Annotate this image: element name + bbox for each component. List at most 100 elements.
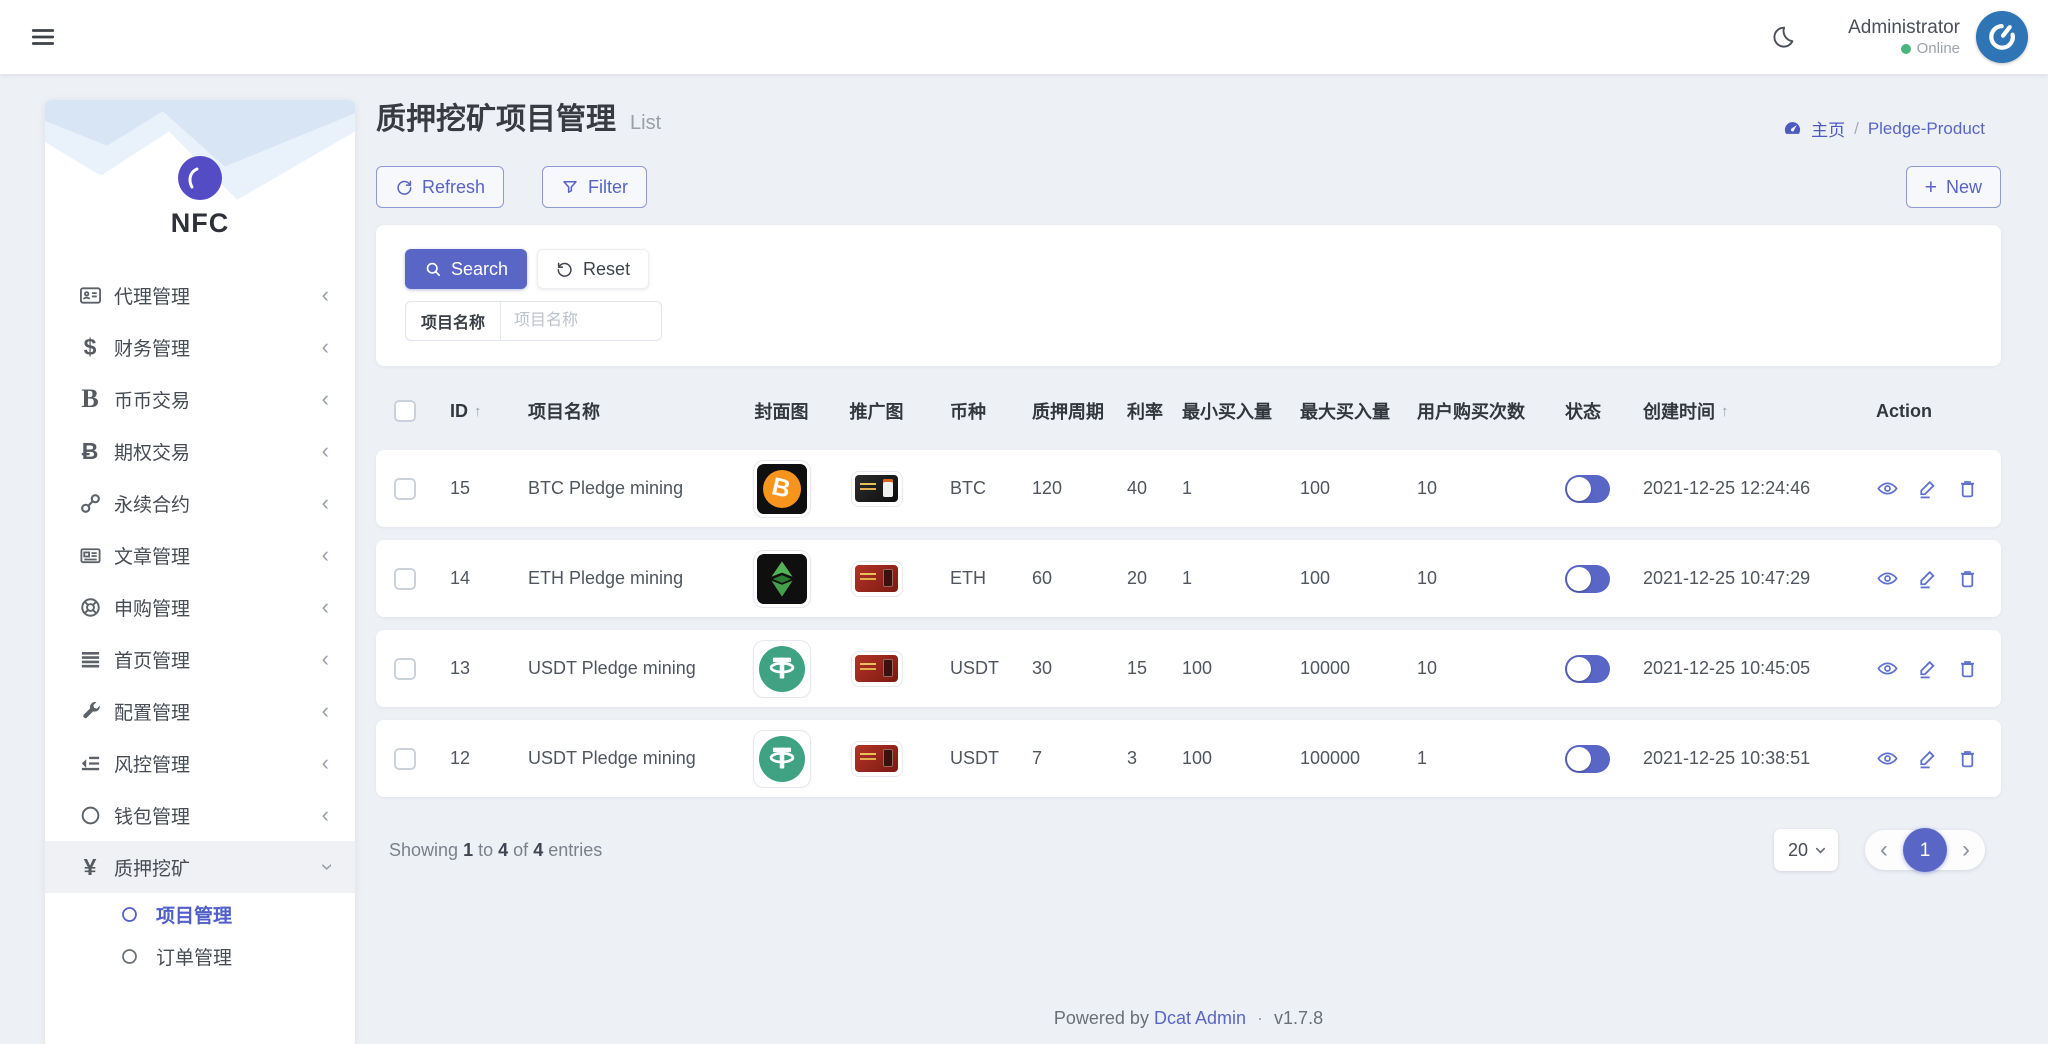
cell-coin: ETH	[950, 568, 986, 588]
cell-min: 1	[1182, 568, 1193, 588]
breadcrumb: 主页 / Pledge-Product	[1783, 116, 1985, 141]
status-toggle[interactable]	[1565, 474, 1610, 503]
breadcrumb-home[interactable]: 主页	[1811, 116, 1845, 141]
promo-image-red[interactable]	[850, 560, 903, 597]
cell-min: 100	[1182, 748, 1213, 768]
delete-button[interactable]	[1956, 477, 1979, 500]
cell-name: BTC Pledge mining	[528, 478, 684, 498]
row-checkbox[interactable]	[394, 567, 416, 590]
next-page-button[interactable]: ›	[1962, 838, 1970, 862]
cell-name: ETH Pledge mining	[528, 568, 684, 588]
cover-image-btc[interactable]: B	[752, 459, 811, 518]
edit-button[interactable]	[1916, 477, 1939, 500]
column-header-coin: 币种	[935, 398, 1025, 424]
indent-list-icon	[74, 750, 106, 776]
row-checkbox[interactable]	[394, 477, 416, 500]
cover-image-usdt[interactable]	[752, 729, 811, 788]
current-page[interactable]: 1	[1903, 828, 1947, 872]
sidebar-item-3[interactable]: Ƀ 期权交易 ‹	[45, 425, 355, 477]
edit-button[interactable]	[1916, 657, 1939, 680]
sidebar-item-9[interactable]: 风控管理 ‹	[45, 737, 355, 789]
menu-toggle-button[interactable]	[26, 20, 60, 54]
brand-name: NFC	[170, 208, 230, 238]
reset-button[interactable]: Reset	[537, 249, 650, 289]
column-header-id[interactable]: ID ↑	[434, 401, 520, 422]
delete-button[interactable]	[1956, 747, 1979, 770]
view-button[interactable]	[1876, 747, 1899, 770]
breadcrumb-current: Pledge-Product	[1867, 118, 1985, 138]
project-name-input[interactable]	[501, 302, 662, 340]
life-ring-icon	[74, 594, 106, 620]
sidebar-subitem-1[interactable]: 订单管理	[45, 935, 355, 977]
status-toggle[interactable]	[1565, 744, 1610, 773]
column-header-created[interactable]: 创建时间 ↑	[1636, 398, 1852, 424]
view-button[interactable]	[1876, 657, 1899, 680]
edit-button[interactable]	[1916, 567, 1939, 590]
view-button[interactable]	[1876, 477, 1899, 500]
sort-asc-icon: ↑	[1721, 402, 1729, 420]
dcat-admin-link[interactable]: Dcat Admin	[1154, 1008, 1246, 1028]
filter-label: Filter	[588, 176, 629, 197]
sidebar-subitem-0[interactable]: 项目管理	[45, 893, 355, 935]
dark-mode-toggle[interactable]	[1762, 17, 1802, 57]
filter-panel: Search Reset 项目名称	[376, 225, 2001, 366]
search-button[interactable]: Search	[405, 249, 528, 289]
cover-image-usdt[interactable]	[752, 639, 811, 698]
column-label: 状态	[1565, 402, 1601, 422]
sidebar-item-8[interactable]: 配置管理 ‹	[45, 685, 355, 737]
cover-image-eth[interactable]	[752, 549, 811, 608]
project-name-filter: 项目名称	[405, 301, 663, 341]
promo-image-red[interactable]	[850, 650, 903, 687]
chevron-left-icon: ‹	[321, 334, 329, 359]
filter-button[interactable]: Filter	[542, 166, 648, 208]
sidebar-item-0[interactable]: 代理管理 ‹	[45, 269, 355, 321]
view-button[interactable]	[1876, 567, 1899, 590]
cell-max: 100	[1300, 568, 1331, 588]
sidebar-item-6[interactable]: 申购管理 ‹	[45, 581, 355, 633]
column-label: 推广图	[849, 402, 904, 422]
cell-created: 2021-12-25 10:38:51	[1643, 748, 1811, 768]
promo-image-red[interactable]	[850, 740, 903, 777]
status-toggle[interactable]	[1565, 564, 1610, 593]
row-checkbox[interactable]	[394, 747, 416, 770]
search-label: Search	[451, 258, 509, 279]
sidebar-item-5[interactable]: 文章管理 ‹	[45, 529, 355, 581]
edit-button[interactable]	[1916, 747, 1939, 770]
column-header-times: 用户购买次数	[1410, 398, 1558, 424]
powered-by-text: Powered by	[1053, 1008, 1149, 1028]
dot-circle-icon	[120, 905, 144, 924]
page-size-value: 20	[1788, 839, 1809, 860]
sidebar-item-label: 文章管理	[114, 546, 191, 568]
refresh-button[interactable]: Refresh	[376, 166, 505, 208]
sidebar-item-4[interactable]: 永续合约 ‹	[45, 477, 355, 529]
sidebar-item-10[interactable]: 钱包管理 ‹	[45, 789, 355, 841]
delete-button[interactable]	[1956, 567, 1979, 590]
column-header-status: 状态	[1558, 398, 1636, 424]
eth-diamond-icon	[770, 560, 793, 597]
promo-image-dark[interactable]	[850, 470, 903, 507]
column-header-period: 质押周期	[1025, 398, 1120, 424]
id-card-icon	[74, 282, 106, 308]
sidebar-item-7[interactable]: 首页管理 ‹	[45, 633, 355, 685]
table-row: 12 USDT Pledge mining USDT 7 3 100 100000 1 2021…	[376, 720, 2001, 797]
select-all-checkbox[interactable]	[394, 400, 416, 422]
status-toggle[interactable]	[1565, 654, 1610, 683]
row-actions	[1876, 477, 1979, 500]
sidebar-item-1[interactable]: $ 财务管理 ‹	[45, 321, 355, 373]
row-checkbox[interactable]	[394, 657, 416, 680]
delete-button[interactable]	[1956, 657, 1979, 680]
table-row: 14 ETH Pledge mining ETH 60 20 1 100 10 2021-12-…	[376, 540, 2001, 617]
sidebar-item-2[interactable]: B 币币交易 ‹	[45, 373, 355, 425]
chevron-left-icon: ‹	[321, 438, 329, 463]
prev-page-button[interactable]: ‹	[1880, 838, 1888, 862]
sidebar-item-11[interactable]: ¥ 质押挖矿 ‹	[45, 841, 355, 893]
user-name: Administrator	[1848, 16, 1960, 38]
main-content: 质押挖矿项目管理 List 主页 / Pledge-Product Refres…	[376, 74, 2001, 1044]
cell-coin: BTC	[950, 478, 986, 498]
new-button[interactable]: + New	[1905, 166, 2001, 208]
user-avatar[interactable]	[1976, 11, 2028, 63]
cell-max: 100	[1300, 478, 1331, 498]
column-header-promo: 推广图	[818, 398, 935, 424]
page-size-select[interactable]: 20	[1774, 829, 1838, 871]
pager-zone: 20 ‹ 1 ›	[1774, 828, 1985, 872]
